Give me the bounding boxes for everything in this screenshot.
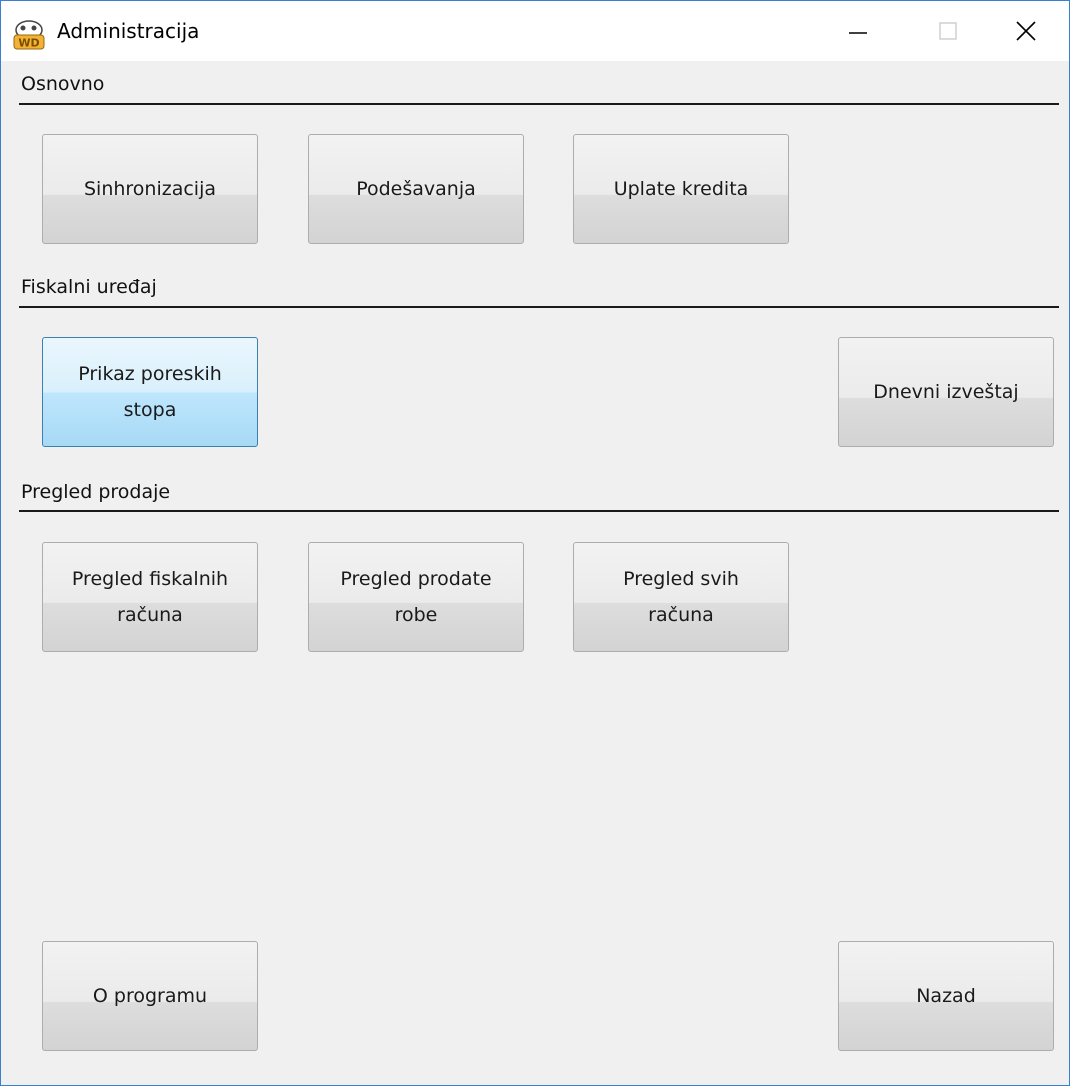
section-label-osnovno: Osnovno [21,73,105,95]
nazad-button[interactable]: Nazad [838,941,1054,1051]
prikaz-poreskih-stopa-button[interactable]: Prikaz poreskih stopa [42,337,258,447]
dnevni-izvestaj-button[interactable]: Dnevni izveštaj [838,337,1054,447]
section-label-pregled-prodaje: Pregled prodaje [21,481,171,503]
minimize-button[interactable] [813,1,903,61]
podesavanja-button[interactable]: Podešavanja [308,134,524,244]
pregled-prodate-robe-button[interactable]: Pregled prodate robe [308,542,524,652]
section-divider [19,306,1059,308]
o-programu-button[interactable]: O programu [42,941,258,1051]
section-divider [19,103,1059,105]
pregled-fiskalnih-racuna-button[interactable]: Pregled fiskalnih računa [42,542,258,652]
title-bar[interactable]: WD Administracija [1,1,1069,61]
window-title: Administracija [57,19,200,43]
svg-text:WD: WD [18,37,39,50]
sinhronizacija-button[interactable]: Sinhronizacija [42,134,258,244]
pregled-svih-racuna-button[interactable]: Pregled svih računa [573,542,789,652]
section-divider [19,510,1059,512]
close-icon [1016,21,1036,41]
maximize-button[interactable] [903,1,993,61]
close-button[interactable] [981,1,1070,61]
uplate-kredita-button[interactable]: Uplate kredita [573,134,789,244]
administracija-window: WD Administracija Osnovno Sinhronizacija… [0,0,1070,1086]
section-label-fiskalni-uredjaj: Fiskalni uređaj [21,276,157,298]
app-icon: WD [13,20,45,50]
maximize-icon [939,22,957,40]
minimize-icon [849,32,867,34]
